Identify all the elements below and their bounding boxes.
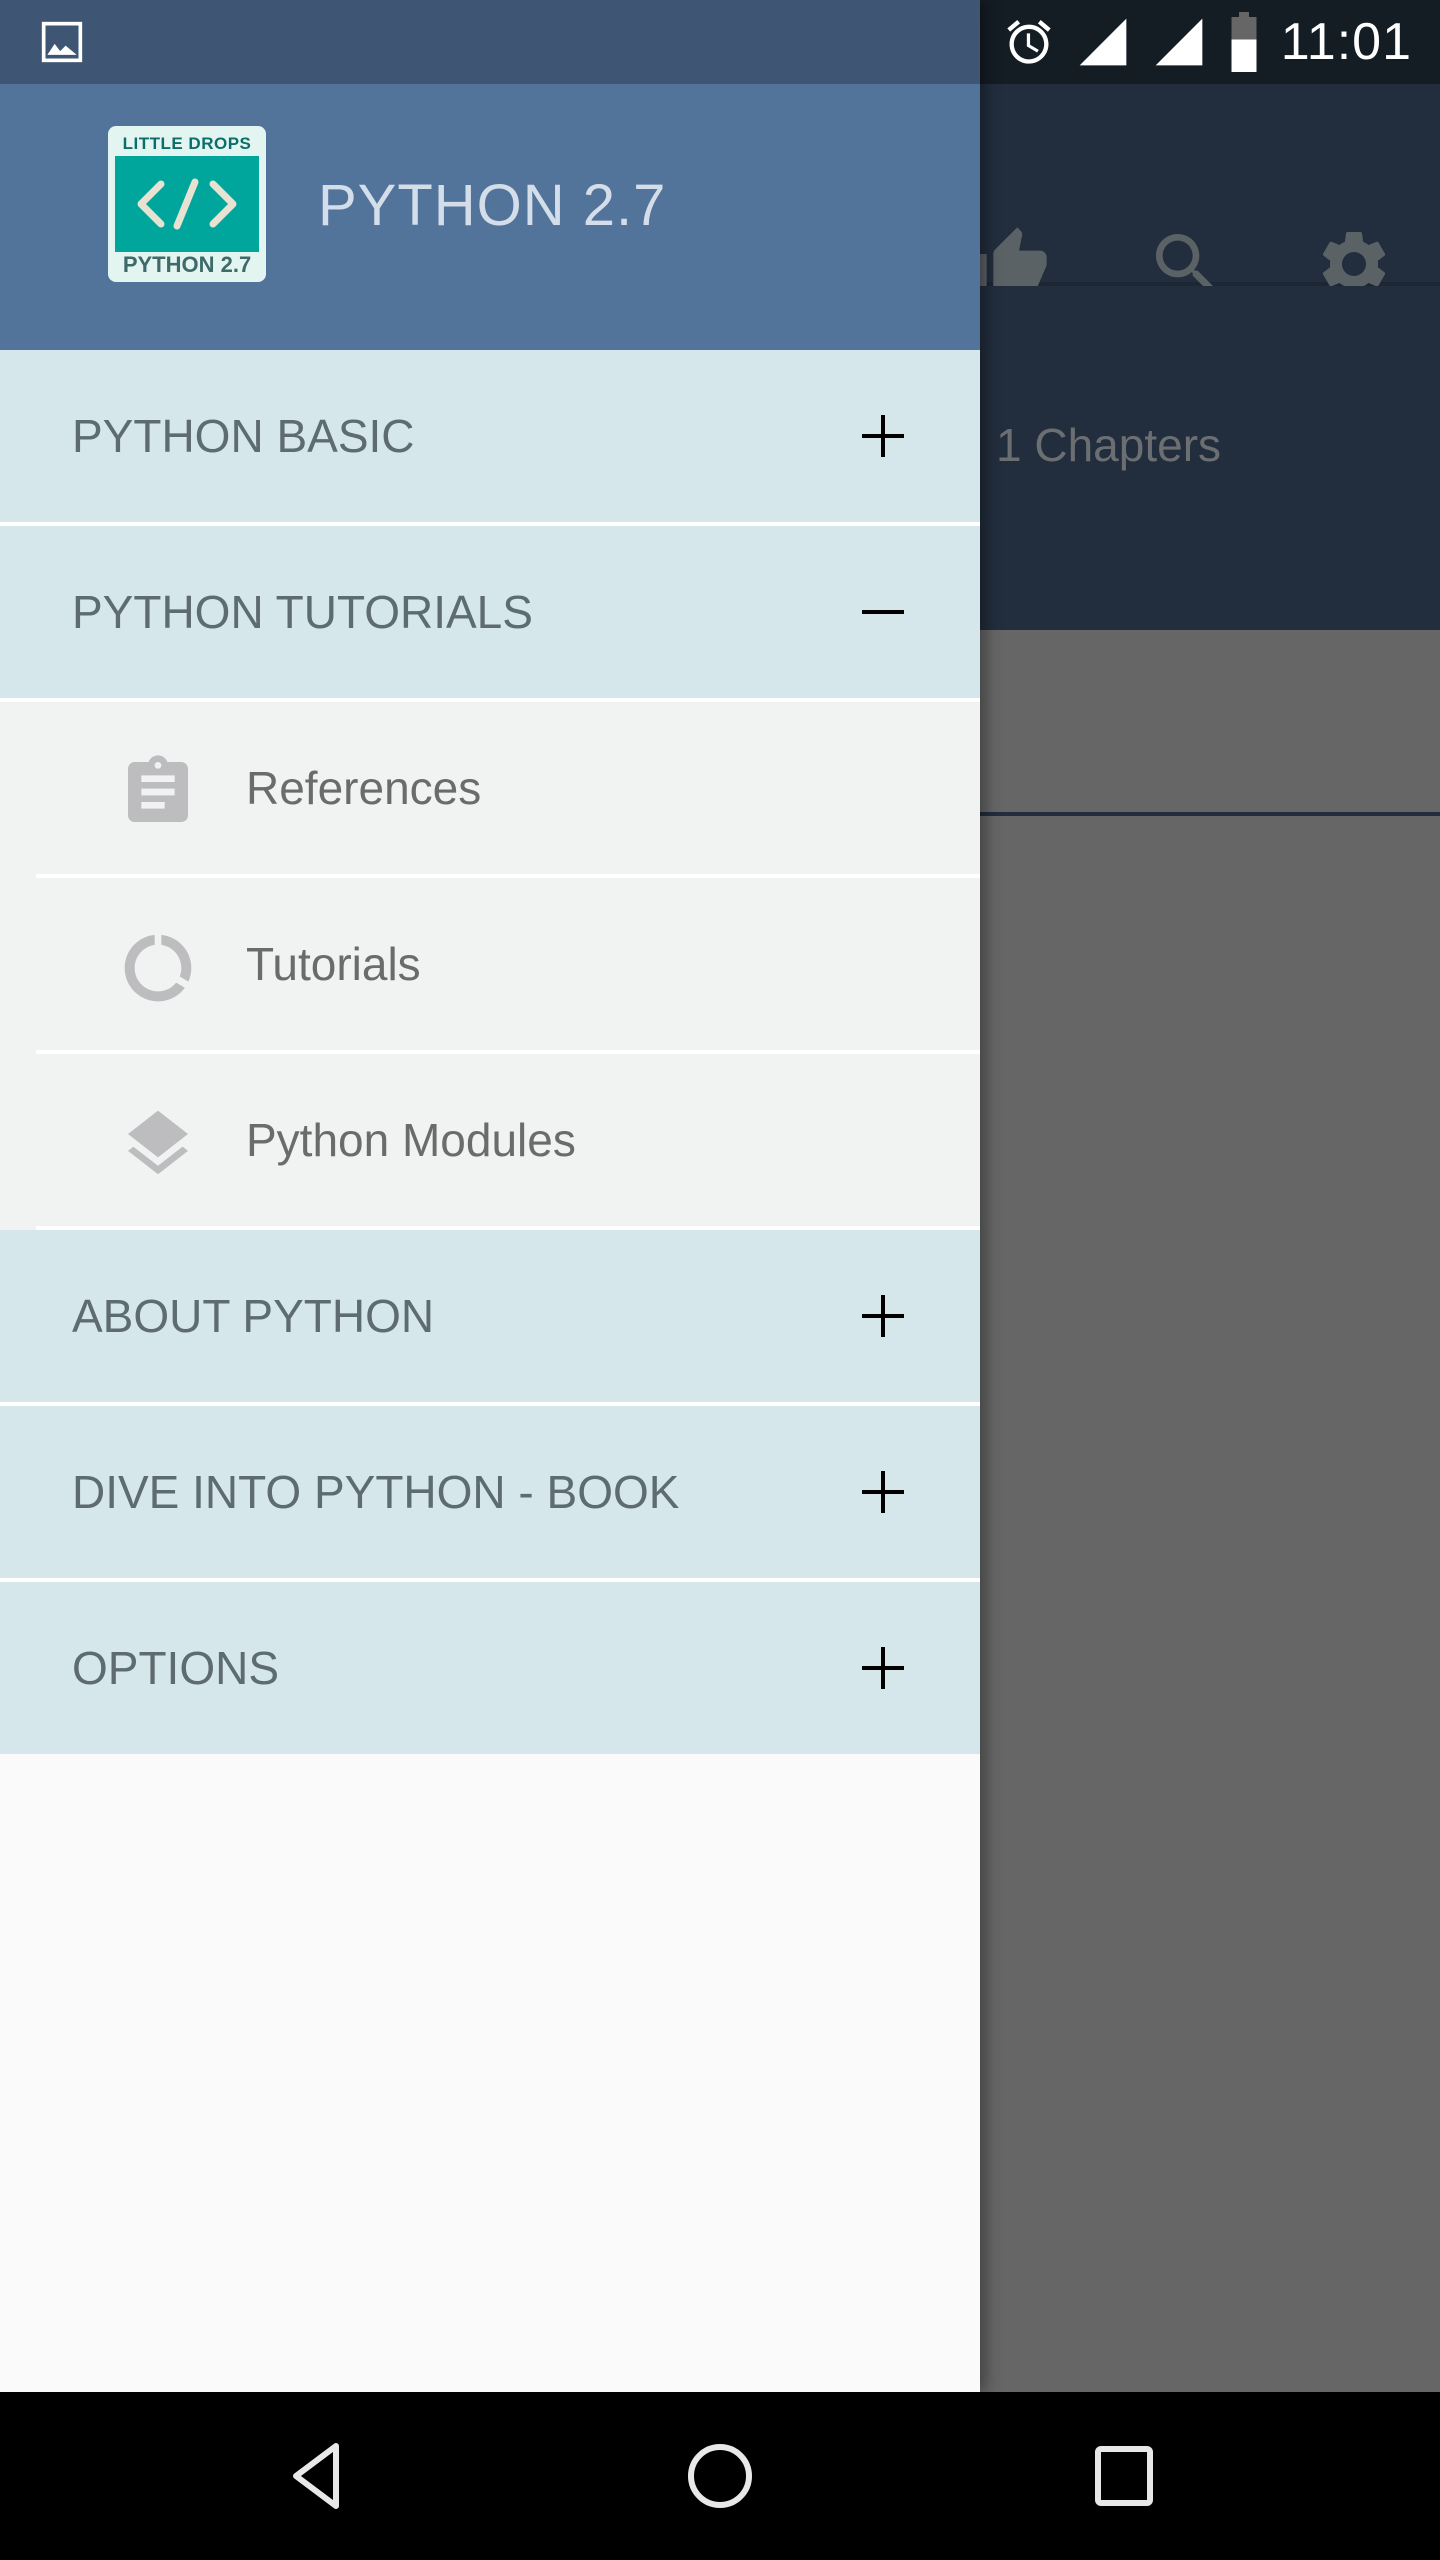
expand-plus-icon[interactable] xyxy=(856,409,910,463)
back-icon[interactable] xyxy=(276,2436,356,2516)
app-divider xyxy=(980,812,1440,816)
group-label: PYTHON TUTORIALS xyxy=(72,586,533,638)
menu-group-options[interactable]: OPTIONS xyxy=(0,1582,980,1754)
group-label: DIVE INTO PYTHON - BOOK xyxy=(72,1466,680,1518)
logo-top-text: LITTLE DROPS xyxy=(122,134,252,153)
chapters-count: 1 Chapters xyxy=(996,419,1222,471)
group-label: PYTHON BASIC xyxy=(72,410,415,462)
clock-time: 11:01 xyxy=(1280,13,1412,71)
progress-circle-icon xyxy=(124,934,192,1002)
drawer-title: PYTHON 2.7 xyxy=(318,173,667,238)
menu-item-references[interactable]: References xyxy=(0,702,980,878)
navigation-drawer: LITTLE DROPS PYTHON 2.7 PYTHON 2.7 PYTHO… xyxy=(0,0,980,2392)
menu-group-about-python[interactable]: ABOUT PYTHON xyxy=(0,1230,980,1406)
group-label: ABOUT PYTHON xyxy=(72,1290,435,1342)
drawer-status-bar xyxy=(0,0,980,84)
menu-group-dive-into-python[interactable]: DIVE INTO PYTHON - BOOK xyxy=(0,1406,980,1582)
menu-group-python-basic[interactable]: PYTHON BASIC xyxy=(0,350,980,526)
alarm-icon xyxy=(1007,20,1051,64)
layers-icon xyxy=(128,1110,188,1175)
clipboard-icon xyxy=(128,755,188,822)
menu-item-tutorials[interactable]: Tutorials xyxy=(0,878,980,1054)
logo-code-panel xyxy=(115,156,259,252)
recents-icon[interactable] xyxy=(1084,2436,1164,2516)
menu-item-python-modules[interactable]: Python Modules xyxy=(0,1054,980,1230)
expand-plus-icon[interactable] xyxy=(856,1465,910,1519)
collapse-minus-icon[interactable] xyxy=(856,585,910,639)
expand-plus-icon[interactable] xyxy=(856,1641,910,1695)
logo-bottom-text: PYTHON 2.7 xyxy=(122,252,252,277)
image-notification-icon xyxy=(41,21,83,63)
battery-icon xyxy=(1231,12,1257,72)
item-label: Tutorials xyxy=(246,938,421,990)
drawer-menu: PYTHON BASIC PYTHON TUTORIALS References… xyxy=(0,350,980,1754)
group-label: OPTIONS xyxy=(72,1642,280,1694)
menu-group-python-tutorials[interactable]: PYTHON TUTORIALS xyxy=(0,526,980,702)
app-logo: LITTLE DROPS PYTHON 2.7 xyxy=(108,126,266,282)
home-icon[interactable] xyxy=(680,2436,760,2516)
code-brackets-icon xyxy=(137,178,237,230)
signal-icon xyxy=(1079,18,1127,66)
system-nav-bar xyxy=(0,2392,1440,2560)
expand-plus-icon[interactable] xyxy=(856,1289,910,1343)
item-label: References xyxy=(246,762,482,814)
item-label: Python Modules xyxy=(246,1114,576,1166)
status-icons: 11:01 xyxy=(1003,0,1412,84)
signal-icon xyxy=(1155,18,1203,66)
